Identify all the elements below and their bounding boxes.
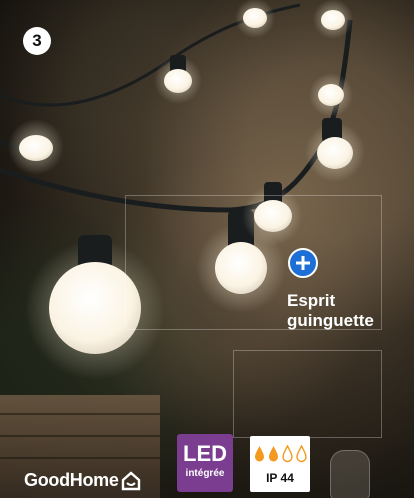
drop-outline-icon [281, 445, 293, 463]
led-subtitle: intégrée [185, 468, 225, 479]
ip-rating-label: IP 44 [266, 471, 294, 485]
bulb-small-4 [154, 55, 202, 104]
goodhome-logo: GoodHome [24, 470, 141, 491]
bulb-small-3 [8, 119, 64, 175]
bulb-small-2 [305, 118, 365, 182]
bulb-small-6 [235, 0, 275, 38]
hotspot-caption: Esprit guinguette [287, 291, 374, 330]
drop-filled-icon [254, 446, 264, 462]
house-icon [121, 470, 140, 490]
ip44-badge: IP 44 [250, 436, 310, 492]
bulb-small-7 [313, 0, 353, 39]
bulb-small-5 [309, 73, 353, 117]
drop-outline-icon [295, 445, 307, 463]
drop-filled-icon [268, 446, 278, 462]
brand-name: GoodHome [24, 470, 119, 490]
led-title: LED [183, 441, 227, 466]
zoom-frame-bottom [233, 350, 382, 438]
water-drops-icon [250, 445, 310, 469]
step-number-badge: 3 [23, 27, 51, 55]
plus-icon[interactable] [288, 248, 318, 278]
led-integree-badge: LED intégrée [177, 434, 233, 492]
product-feature-image: 3 Esprit guinguette GoodHome LED intégré… [0, 0, 414, 498]
